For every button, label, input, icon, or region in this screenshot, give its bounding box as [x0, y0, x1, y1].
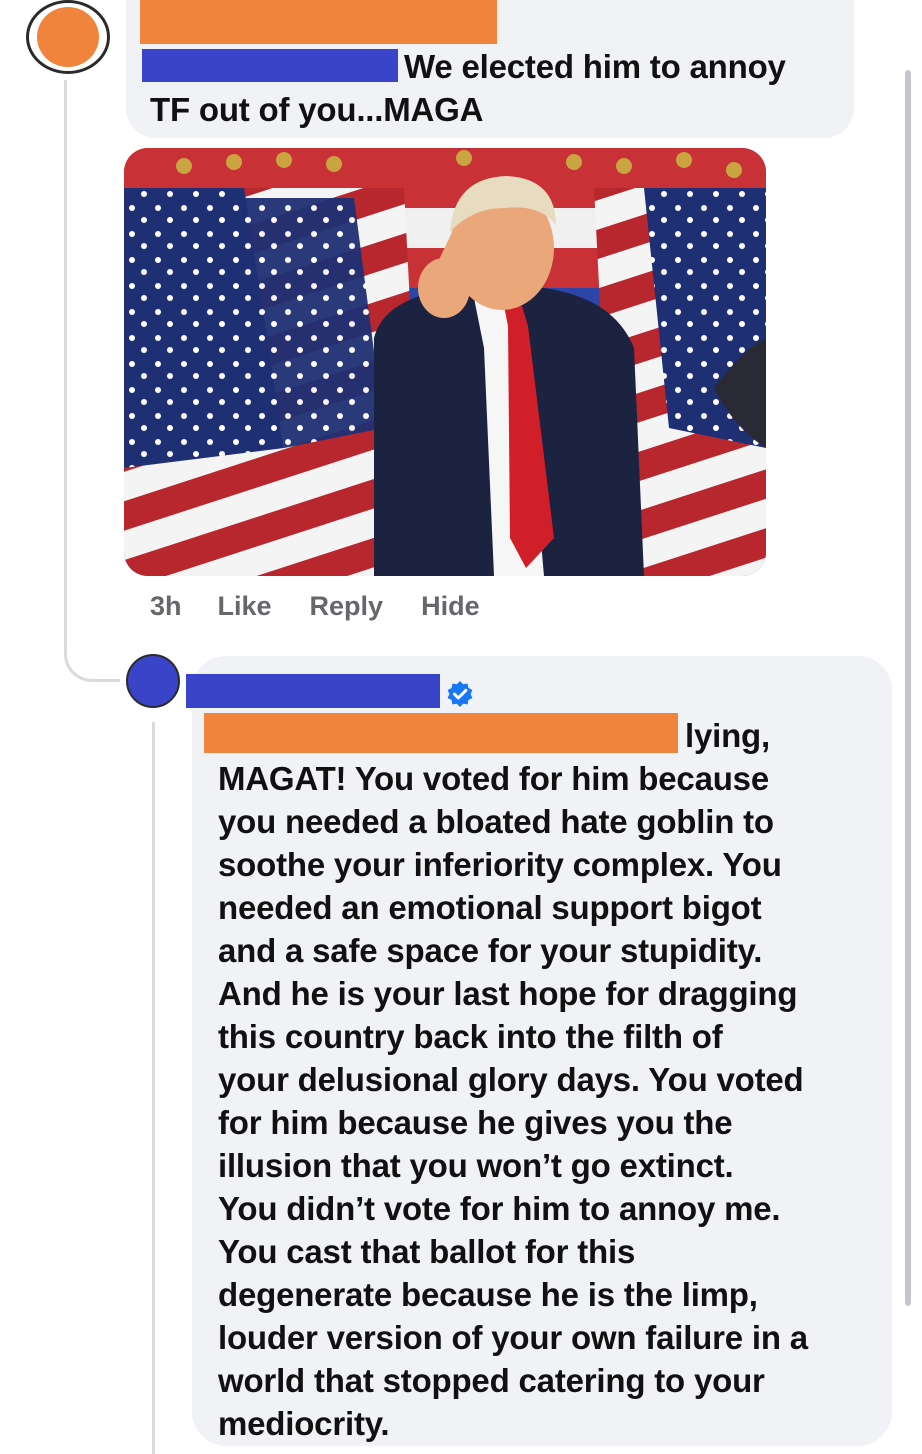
reply-text-line: You didn’t vote for him to annoy me. [218, 1190, 781, 1227]
verified-badge-icon [447, 681, 473, 707]
photo-flags-man-pointing [124, 148, 766, 576]
facebook-comment-thread: We elected him to annoy TF out of you...… [0, 0, 922, 1454]
reply-comment-text: MAGAT! You voted for him because you nee… [218, 757, 878, 1445]
reply-text-line: you needed a bloated hate goblin to [218, 803, 774, 840]
redacted-replier-name [186, 674, 440, 708]
reply-text-line: needed an emotional support bigot [218, 889, 762, 926]
reply-text-line: your delusional glory days. You voted [218, 1061, 804, 1098]
reply-text-line: soothe your inferiority complex. You [218, 846, 782, 883]
reply-button[interactable]: Reply [310, 591, 384, 622]
reply-text-line: and a safe space for your stupidity. [218, 932, 763, 969]
comment-photo[interactable] [124, 148, 766, 576]
like-button[interactable]: Like [218, 591, 272, 622]
comment-text-line: We elected him to annoy [404, 48, 786, 85]
commenter-avatar[interactable] [26, 0, 110, 74]
reply-text-line: illusion that you won’t go extinct. [218, 1147, 734, 1184]
redacted-commenter-name [140, 0, 497, 44]
reply-text-line: You cast that ballot for this [218, 1233, 636, 1270]
hide-button[interactable]: Hide [421, 591, 480, 622]
scrollbar[interactable] [905, 70, 911, 1306]
reply-text-line: louder version of your own failure in a [218, 1319, 808, 1356]
avatar-redaction [37, 7, 99, 67]
reply-text-line: this country back into the filth of [218, 1018, 723, 1055]
reply-avatar[interactable] [126, 654, 180, 708]
reply-text-line: mediocrity. [218, 1405, 390, 1442]
reply-text-line: And he is your last hope for dragging [218, 975, 798, 1012]
comment-actions: 3h Like Reply Hide [150, 588, 518, 624]
reply-text-line: MAGAT! You voted for him because [218, 760, 769, 797]
thread-connector-curve [64, 620, 120, 682]
comment-timestamp[interactable]: 3h [150, 591, 182, 622]
thread-connector-line [64, 80, 67, 650]
redacted-tagged-name [142, 49, 398, 82]
reply-text-line: for him because he gives you the [218, 1104, 733, 1141]
reply-text-line: world that stopped catering to your [218, 1362, 765, 1399]
reply-thread-line [152, 722, 155, 1454]
reply-text-line: degenerate because he is the limp, [218, 1276, 758, 1313]
redacted-mention [204, 713, 678, 753]
comment-text-line: TF out of you...MAGA [150, 91, 484, 128]
reply-text-first-line: lying, [685, 717, 770, 754]
